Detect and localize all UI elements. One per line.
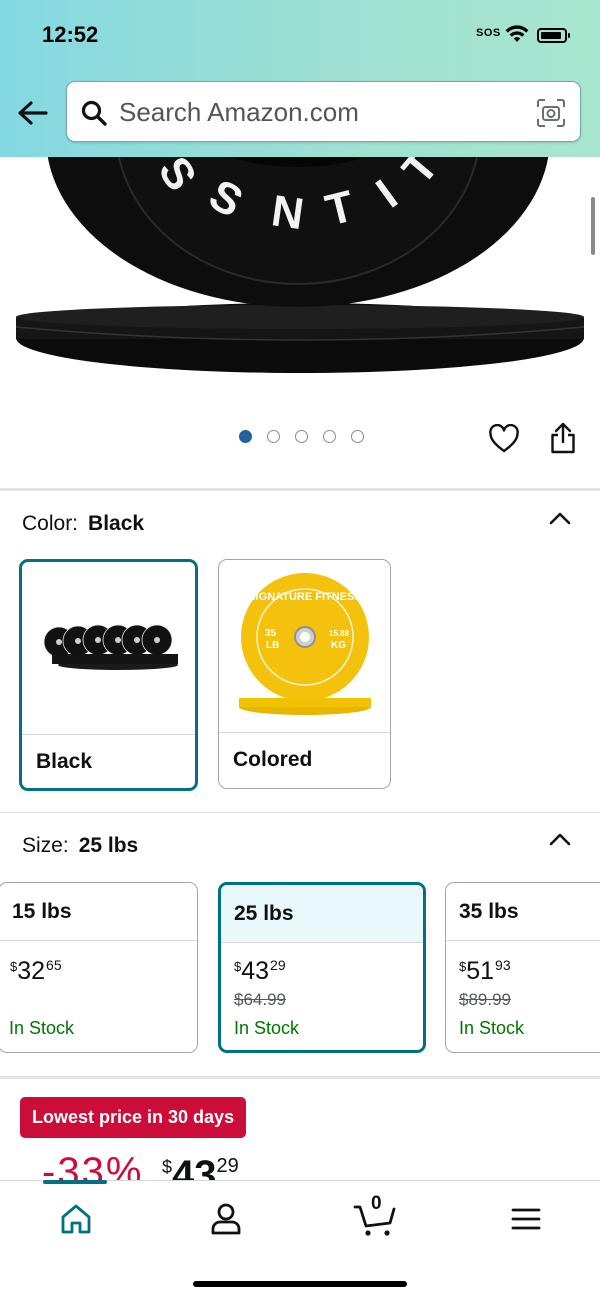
cart-count: 0 [371, 1193, 382, 1214]
scroll-indicator [591, 197, 595, 255]
deal-badge: Lowest price in 30 days [20, 1097, 247, 1138]
card-separator [22, 734, 195, 735]
color-thumbnail-colored: SIGNATURE FITNESS 35 LB 15.88 KG [219, 560, 390, 732]
size-option-35lbs[interactable]: 35 lbs $5193 $89.99 In Stock [445, 882, 600, 1053]
heart-icon[interactable] [488, 424, 520, 454]
size-option-price: $5193 [459, 957, 511, 985]
nav-active-indicator [43, 1180, 107, 1184]
svg-text:N: N [269, 186, 307, 239]
stock-status: In Stock [234, 1018, 300, 1038]
back-arrow-icon[interactable] [16, 98, 50, 128]
carousel-dot[interactable] [323, 430, 336, 443]
menu-icon[interactable] [506, 1199, 546, 1239]
header: 12:52 SOS [0, 0, 600, 157]
stock-status: In Stock [9, 1018, 75, 1038]
divider [0, 812, 600, 813]
camera-search-icon[interactable] [536, 98, 566, 128]
size-option-label: 15 lbs [12, 900, 72, 923]
account-icon[interactable] [206, 1199, 246, 1239]
search-icon [81, 100, 107, 126]
product-page: 12:52 SOS Search Amazon.com S S N T I T … [0, 0, 600, 1299]
color-row-label: Color: Black [22, 512, 144, 536]
bumper-plate-illustration: S S N T I T [15, 157, 585, 373]
bottom-nav: 0 [0, 1180, 600, 1299]
size-option-label: 25 lbs [234, 902, 294, 925]
carousel-dot[interactable] [295, 430, 308, 443]
color-option-label: Colored [233, 748, 313, 771]
cart-icon[interactable]: 0 [352, 1193, 398, 1239]
carousel-dot-active[interactable] [239, 430, 252, 443]
search-bar[interactable] [66, 81, 581, 142]
card-separator [221, 942, 423, 943]
card-separator [219, 732, 390, 733]
colored-plate-lb-value: 35 [265, 628, 277, 639]
color-selected-value: Black [88, 512, 145, 535]
colored-plate-kg-value: 15.88 [329, 629, 350, 638]
size-option-header: 25 lbs [221, 885, 423, 942]
color-option-black[interactable]: Black [19, 559, 198, 791]
colored-plate-lb-unit: LB [266, 640, 279, 651]
color-thumbnail-black [22, 562, 195, 734]
color-option-label: Black [36, 750, 93, 773]
card-separator [0, 940, 197, 941]
size-selected-value: 25 lbs [78, 834, 139, 857]
colored-plate-ring-text: SIGNATURE FITNESS [248, 591, 361, 603]
search-input[interactable] [119, 94, 519, 130]
wifi-icon [505, 25, 529, 42]
status-time: 12:52 [42, 22, 99, 47]
size-option-header: 35 lbs [446, 883, 600, 940]
size-label: Size: [22, 834, 69, 857]
color-label: Color: [22, 512, 79, 535]
chevron-up-icon[interactable] [549, 511, 571, 525]
share-icon[interactable] [549, 421, 577, 455]
sos-indicator: SOS [476, 27, 501, 39]
image-carousel-dots[interactable] [239, 430, 364, 443]
list-price: $89.99 [459, 990, 511, 1009]
battery-icon [537, 28, 570, 43]
home-indicator [193, 1281, 407, 1287]
color-option-colored[interactable]: SIGNATURE FITNESS 35 LB 15.88 KG Colored [218, 559, 391, 789]
size-option-15lbs[interactable]: 15 lbs $3265 In Stock [0, 882, 198, 1053]
colored-plate-kg-unit: KG [331, 640, 346, 651]
divider [0, 488, 600, 491]
product-image[interactable]: S S N T I T [0, 157, 600, 387]
divider [0, 1076, 600, 1079]
card-separator [446, 940, 600, 941]
list-price: $64.99 [234, 990, 286, 1009]
size-option-label: 35 lbs [459, 900, 519, 923]
home-icon[interactable] [56, 1199, 96, 1239]
size-row-label: Size: 25 lbs [22, 834, 138, 858]
carousel-dot[interactable] [351, 430, 364, 443]
size-option-header: 15 lbs [0, 883, 197, 940]
size-option-price: $3265 [10, 957, 62, 985]
size-option-25lbs[interactable]: 25 lbs $4329 $64.99 In Stock [218, 882, 426, 1053]
carousel-dot[interactable] [267, 430, 280, 443]
size-option-price: $4329 [234, 957, 286, 985]
chevron-up-icon[interactable] [549, 832, 571, 846]
stock-status: In Stock [459, 1018, 525, 1038]
